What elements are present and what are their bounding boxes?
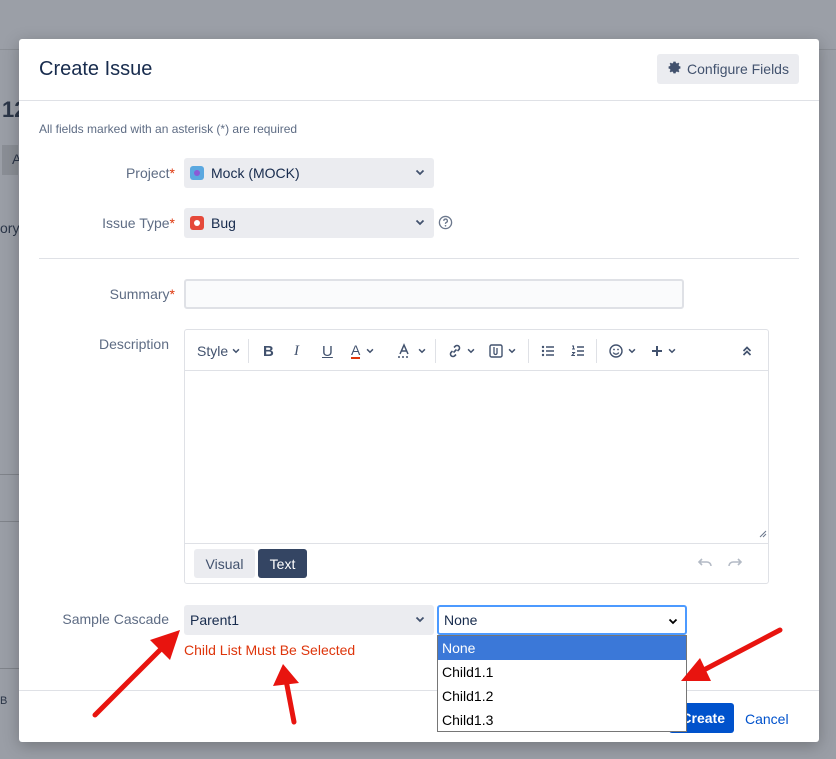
italic-icon[interactable]: I <box>294 340 299 362</box>
cancel-link[interactable]: Cancel <box>745 711 789 727</box>
help-icon[interactable] <box>438 215 453 235</box>
project-label-text: Project <box>125 165 170 181</box>
cascade-parent-select[interactable]: Parent1 <box>184 605 434 635</box>
issue-type-label: Issue Type* <box>102 215 175 231</box>
create-issue-dialog: Create Issue Configure Fields All fields… <box>19 39 819 742</box>
cascade-error-message: Child List Must Be Selected <box>184 642 356 658</box>
configure-fields-label: Configure Fields <box>687 61 789 77</box>
section-divider <box>39 258 799 259</box>
chevron-down-icon <box>414 165 426 181</box>
chevron-down-icon <box>667 614 679 630</box>
toolbar-separator <box>596 339 597 363</box>
issue-type-select[interactable]: Bug <box>184 208 434 238</box>
gear-icon <box>667 60 682 78</box>
child-option[interactable]: Child1.1 <box>438 660 686 684</box>
text-color-icon[interactable]: A <box>351 340 375 362</box>
background-bottom-text: B <box>0 695 8 707</box>
more-formatting-icon[interactable] <box>397 340 427 362</box>
description-editor: Style B I U A Visual Text <box>184 329 769 584</box>
tab-text[interactable]: Text <box>258 549 307 578</box>
collapse-toolbar-icon[interactable] <box>741 340 753 362</box>
numbered-list-icon[interactable] <box>570 340 586 362</box>
configure-fields-button[interactable]: Configure Fields <box>657 54 799 84</box>
background-button: A <box>2 145 21 175</box>
background-divider <box>0 668 20 669</box>
project-label: Project* <box>125 165 175 181</box>
style-dropdown[interactable]: Style <box>197 340 241 362</box>
cascade-child-select[interactable]: None <box>437 605 687 635</box>
cascade-child-listbox: None Child1.1 Child1.2 Child1.3 <box>437 635 687 732</box>
link-icon[interactable] <box>447 340 476 362</box>
project-select[interactable]: Mock (MOCK) <box>184 158 434 188</box>
undo-icon[interactable] <box>697 556 713 575</box>
redo-icon[interactable] <box>727 556 743 575</box>
dialog-footer-divider <box>19 690 819 691</box>
child-option[interactable]: Child1.2 <box>438 684 686 708</box>
summary-input[interactable] <box>184 279 684 309</box>
tab-visual[interactable]: Visual <box>194 549 255 578</box>
toolbar-separator <box>248 339 249 363</box>
background-text: ory <box>0 220 20 236</box>
project-avatar-icon <box>190 166 204 180</box>
attachment-icon[interactable] <box>488 340 517 362</box>
summary-label-text: Summary <box>109 286 170 302</box>
emoji-icon[interactable] <box>608 340 637 362</box>
issue-type-label-text: Issue Type <box>102 215 170 231</box>
background-divider <box>0 521 20 522</box>
dialog-header: Create Issue Configure Fields <box>19 39 819 101</box>
child-option[interactable]: None <box>438 636 686 660</box>
cascade-parent-value: Parent1 <box>190 612 240 628</box>
dialog-title: Create Issue <box>39 58 153 80</box>
bold-icon[interactable]: B <box>263 340 274 362</box>
bug-icon <box>190 216 204 230</box>
child-option[interactable]: Child1.3 <box>438 708 686 732</box>
underline-icon[interactable]: U <box>322 340 333 362</box>
chevron-down-icon <box>414 215 426 231</box>
toolbar-separator <box>435 339 436 363</box>
chevron-down-icon <box>414 612 426 628</box>
description-label: Description <box>98 336 169 352</box>
sample-cascade-label: Sample Cascade <box>62 611 169 627</box>
editor-toolbar: Style B I U A <box>185 330 768 371</box>
description-textarea[interactable] <box>185 371 768 543</box>
editor-mode-bar: Visual Text <box>185 543 768 583</box>
background-divider <box>0 474 20 475</box>
bullet-list-icon[interactable] <box>540 340 556 362</box>
issue-type-select-value: Bug <box>211 215 236 231</box>
cascade-child-value: None <box>444 612 478 628</box>
toolbar-separator <box>528 339 529 363</box>
summary-label: Summary* <box>109 286 175 302</box>
required-fields-note: All fields marked with an asterisk (*) a… <box>39 122 298 136</box>
resize-handle-icon[interactable] <box>759 525 767 543</box>
style-dropdown-label: Style <box>197 343 229 359</box>
insert-more-icon[interactable] <box>650 340 677 362</box>
project-select-value: Mock (MOCK) <box>211 165 300 181</box>
